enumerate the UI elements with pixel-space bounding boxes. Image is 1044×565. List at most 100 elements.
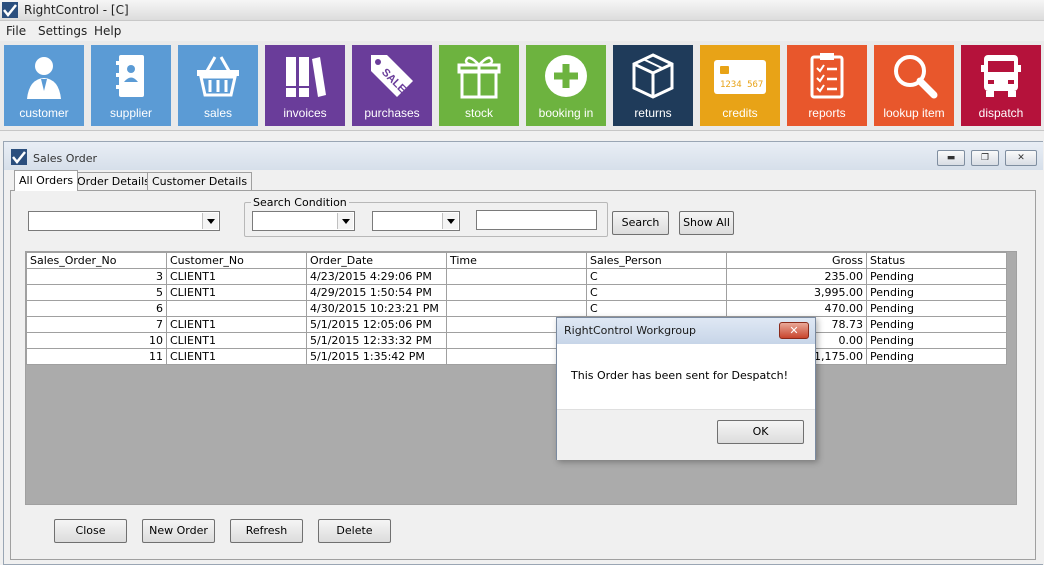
cell-status: Pending	[866, 300, 1007, 317]
cell-order-date: 5/1/2015 12:33:32 PM	[306, 332, 447, 349]
chevron-down-icon[interactable]	[442, 213, 458, 229]
search-value-input[interactable]	[476, 210, 597, 230]
tab-order-details[interactable]: Order Details	[72, 172, 155, 190]
menu-settings[interactable]: Settings	[38, 24, 87, 38]
table-row[interactable]: 6 4/30/2015 10:23:21 PM C 470.00 Pending	[26, 300, 1007, 317]
close-button[interactable]: Close	[54, 519, 127, 543]
cell-customer-no: CLIENT1	[166, 332, 307, 349]
col-order-date[interactable]: Order_Date	[306, 252, 447, 269]
col-time[interactable]: Time	[446, 252, 587, 269]
col-sales-order-no[interactable]: Sales_Order_No	[26, 252, 167, 269]
col-status[interactable]: Status	[866, 252, 1007, 269]
credit-card-icon: 1234 567	[714, 60, 766, 94]
purchases-tile[interactable]: SALE purchases	[352, 45, 432, 126]
close-icon: ✕	[789, 324, 799, 337]
gift-icon	[457, 56, 501, 99]
dialog-titlebar[interactable]: RightControl Workgroup ✕	[557, 318, 815, 344]
close-window-button[interactable]: ✕	[1005, 150, 1037, 166]
cell-sales-person: C	[586, 300, 727, 317]
sales-label: sales	[203, 106, 232, 120]
table-row[interactable]: 7 CLIENT1 5/1/2015 12:05:06 PM 78.73 Pen…	[26, 316, 1007, 333]
col-customer-no[interactable]: Customer_No	[166, 252, 307, 269]
minimize-button[interactable]: ▬	[937, 150, 965, 166]
credits-tile[interactable]: 1234 567 credits	[700, 45, 780, 126]
booking-in-label: booking in	[538, 106, 594, 120]
booking-in-tile[interactable]: booking in	[526, 45, 606, 126]
orders-grid[interactable]: Sales_Order_No Customer_No Order_Date Ti…	[25, 251, 1017, 505]
reports-label: reports	[808, 106, 846, 120]
cell-customer-no: CLIENT1	[166, 316, 307, 333]
returns-label: returns	[634, 106, 672, 120]
refresh-button[interactable]: Refresh	[230, 519, 303, 543]
clipboard-icon	[810, 53, 844, 99]
sales-order-titlebar[interactable]: Sales Order ▬ ❐ ✕	[4, 142, 1043, 170]
sales-order-title: Sales Order	[33, 152, 98, 165]
dispatch-tile[interactable]: dispatch	[961, 45, 1041, 126]
lookup-item-tile[interactable]: lookup item	[874, 45, 954, 126]
col-gross[interactable]: Gross	[726, 252, 867, 269]
cell-order-date: 4/29/2015 1:50:54 PM	[306, 284, 447, 301]
sale-tag-icon: SALE	[371, 55, 413, 97]
purchases-label: purchases	[364, 106, 420, 120]
module-toolbar: customer supplier sales invoices SALE pu…	[0, 41, 1044, 131]
sales-tile[interactable]: sales	[178, 45, 258, 126]
cell-sales-order-no: 10	[26, 332, 167, 349]
basket-icon	[197, 56, 239, 97]
customer-tile[interactable]: customer	[4, 45, 84, 126]
invoices-tile[interactable]: invoices	[265, 45, 345, 126]
supplier-tile[interactable]: supplier	[91, 45, 171, 126]
cell-status: Pending	[866, 316, 1007, 333]
table-row[interactable]: 10 CLIENT1 5/1/2015 12:33:32 PM 0.00 Pen…	[26, 332, 1007, 349]
cell-sales-person: C	[586, 268, 727, 285]
restore-button[interactable]: ❐	[971, 150, 999, 166]
dialog-close-button[interactable]: ✕	[779, 322, 809, 339]
cell-status: Pending	[866, 268, 1007, 285]
table-row[interactable]: 11 CLIENT1 5/1/2015 1:35:42 PM 1,175.00 …	[26, 348, 1007, 365]
table-row[interactable]: 3 CLIENT1 4/23/2015 4:29:06 PM C 235.00 …	[26, 268, 1007, 285]
books-icon	[286, 57, 326, 97]
orders-table: Sales_Order_No Customer_No Order_Date Ti…	[26, 252, 1007, 365]
show-all-button[interactable]: Show All	[679, 211, 734, 235]
reports-tile[interactable]: reports	[787, 45, 867, 126]
stock-tile[interactable]: stock	[439, 45, 519, 126]
header-row: Sales_Order_No Customer_No Order_Date Ti…	[26, 252, 1007, 269]
svg-text:1234 567: 1234 567	[720, 80, 763, 90]
search-button[interactable]: Search	[612, 211, 669, 235]
plus-circle-icon	[545, 55, 587, 97]
filter-combo[interactable]	[28, 211, 220, 231]
chevron-down-icon[interactable]	[202, 213, 218, 229]
cell-time	[446, 268, 587, 285]
cell-order-date: 4/30/2015 10:23:21 PM	[306, 300, 447, 317]
restore-icon: ❐	[980, 153, 990, 163]
lookup-item-label: lookup item	[883, 106, 945, 120]
col-sales-person[interactable]: Sales_Person	[586, 252, 727, 269]
cell-gross: 3,995.00	[726, 284, 867, 301]
menu-help[interactable]: Help	[94, 24, 121, 38]
returns-tile[interactable]: returns	[613, 45, 693, 126]
dialog-message: This Order has been sent for Despatch!	[571, 369, 788, 382]
cell-gross: 470.00	[726, 300, 867, 317]
close-icon: ✕	[1017, 153, 1025, 163]
box-icon	[632, 53, 674, 99]
invoices-label: invoices	[283, 106, 327, 120]
cell-status: Pending	[866, 348, 1007, 365]
tab-all-orders[interactable]: All Orders	[14, 170, 79, 191]
delete-button[interactable]: Delete	[318, 519, 391, 543]
all-orders-panel: Search Condition Search Show All Sales_O…	[10, 190, 1036, 560]
search-operator-combo[interactable]	[372, 211, 460, 231]
menu-file[interactable]: File	[6, 24, 26, 38]
cell-order-date: 5/1/2015 1:35:42 PM	[306, 348, 447, 365]
chevron-down-icon[interactable]	[337, 213, 353, 229]
ok-button[interactable]: OK	[717, 420, 804, 444]
app-logo-icon	[2, 2, 18, 18]
cell-time	[446, 300, 587, 317]
stock-label: stock	[464, 106, 493, 120]
new-order-button[interactable]: New Order	[142, 519, 215, 543]
search-field-combo[interactable]	[252, 211, 355, 231]
table-row[interactable]: 5 CLIENT1 4/29/2015 1:50:54 PM C 3,995.0…	[26, 284, 1007, 301]
dispatch-label: dispatch	[978, 106, 1024, 120]
credits-label: credits	[722, 106, 758, 120]
tab-customer-details[interactable]: Customer Details	[147, 172, 253, 190]
cell-status: Pending	[866, 284, 1007, 301]
cell-sales-order-no: 3	[26, 268, 167, 285]
